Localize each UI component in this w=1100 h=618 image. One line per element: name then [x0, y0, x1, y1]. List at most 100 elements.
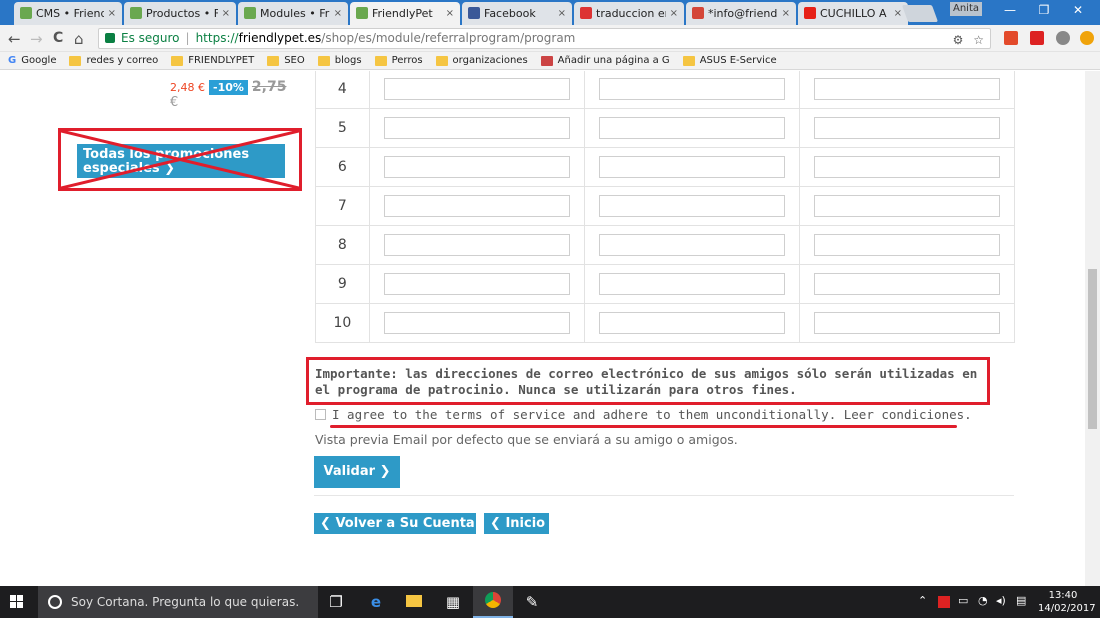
home-icon[interactable]: ⌂: [74, 30, 84, 48]
back-arrow-icon[interactable]: ←: [8, 30, 21, 48]
firstname-input[interactable]: [598, 234, 785, 256]
lastname-input[interactable]: [383, 195, 570, 217]
forward-arrow-icon[interactable]: →: [30, 30, 43, 48]
url-host: friendlypet.es: [238, 31, 322, 45]
extension-icon[interactable]: [1004, 31, 1018, 45]
bookmark-redes[interactable]: redes y correo: [69, 55, 158, 66]
firstname-input[interactable]: [598, 156, 785, 178]
bookmark-blogs[interactable]: blogs: [317, 55, 362, 66]
cortana-search[interactable]: Soy Cortana. Pregunta lo que quieras.: [38, 586, 318, 618]
battery-icon[interactable]: ▭: [958, 594, 968, 607]
alert-icon[interactable]: [1080, 31, 1094, 45]
firstname-input[interactable]: [598, 78, 785, 100]
file-explorer-icon[interactable]: [404, 592, 424, 612]
bookmark-organizaciones[interactable]: organizaciones: [435, 55, 528, 66]
table-cell: [368, 264, 585, 304]
lastname-input[interactable]: [383, 273, 570, 295]
tab-close-icon[interactable]: ×: [334, 8, 342, 19]
email-input[interactable]: [813, 195, 1000, 217]
terms-label[interactable]: I agree to the terms of service and adhe…: [332, 407, 972, 422]
price-new: 2,48 €: [170, 81, 205, 94]
firstname-input[interactable]: [598, 273, 785, 295]
bookmark-star-icon[interactable]: ☆: [973, 33, 984, 47]
bookmarks-bar: G Google redes y correo FRIENDLYPET SEO b…: [0, 52, 1100, 70]
table-cell: [798, 264, 1016, 304]
tab-close-icon[interactable]: ×: [446, 8, 454, 19]
tab-productos[interactable]: Productos • Fri ×: [124, 2, 236, 25]
table-row: 9: [315, 264, 1016, 304]
tab-facebook[interactable]: Facebook ×: [462, 2, 572, 25]
reload-icon[interactable]: C: [53, 30, 63, 46]
antivirus-icon[interactable]: [938, 596, 950, 608]
tab-close-icon[interactable]: ×: [222, 8, 230, 19]
notifications-icon[interactable]: ▤: [1016, 594, 1026, 607]
tab-gmail[interactable]: *info@friendly ×: [686, 2, 796, 25]
bookmark-anadir[interactable]: Añadir una página a G: [540, 55, 670, 66]
bookmark-asus[interactable]: ASUS E-Service: [682, 55, 777, 66]
new-tab-button[interactable]: [901, 5, 939, 22]
email-preview-link[interactable]: Vista previa Email por defecto que se en…: [315, 432, 738, 447]
system-clock[interactable]: 13:40 14/02/2017: [1038, 589, 1096, 615]
table-cell: [368, 225, 585, 265]
volume-icon[interactable]: ◂): [996, 594, 1006, 607]
lastname-input[interactable]: [383, 117, 570, 139]
bookmark-seo[interactable]: SEO: [267, 55, 305, 66]
email-input[interactable]: [813, 156, 1000, 178]
paint-icon[interactable]: ✎: [522, 592, 542, 612]
lastname-input[interactable]: [383, 234, 570, 256]
page-scrollbar[interactable]: [1085, 71, 1100, 586]
bookmark-google[interactable]: G Google: [8, 55, 56, 66]
profile-badge[interactable]: Anita: [950, 2, 982, 16]
tab-close-icon[interactable]: ×: [558, 8, 566, 19]
wifi-icon[interactable]: ◔: [978, 594, 988, 607]
lock-icon: [105, 33, 115, 43]
extension-icon[interactable]: [1056, 31, 1070, 45]
home-button[interactable]: ❮ Inicio: [484, 513, 549, 534]
back-to-account-button[interactable]: ❮ Volver a Su Cuenta: [314, 513, 476, 534]
row-number: 4: [315, 71, 370, 109]
lastname-input[interactable]: [383, 78, 570, 100]
scrollbar-thumb[interactable]: [1088, 269, 1097, 429]
table-cell: [583, 147, 800, 187]
tab-modules[interactable]: Modules • Frien ×: [238, 2, 348, 25]
firstname-input[interactable]: [598, 195, 785, 217]
email-input[interactable]: [813, 78, 1000, 100]
folder-icon: [69, 55, 82, 66]
tab-close-icon[interactable]: ×: [670, 8, 678, 19]
validar-button[interactable]: Validar ❯: [314, 456, 400, 488]
toolbar: ← → C ⌂ Es seguro | https://friendlypet.es…: [0, 25, 1100, 52]
store-icon[interactable]: ▦: [443, 592, 463, 612]
task-view-icon[interactable]: ❐: [326, 592, 346, 612]
folder-icon: [267, 55, 280, 66]
tab-traduccion[interactable]: traduccion en ×: [574, 2, 684, 25]
extension-icon[interactable]: [1030, 31, 1044, 45]
folder-icon: [317, 55, 330, 66]
email-input[interactable]: [813, 117, 1000, 139]
address-bar[interactable]: Es seguro | https://friendlypet.es/shop/es…: [98, 28, 991, 49]
bookmark-perros[interactable]: Perros: [374, 55, 423, 66]
firstname-input[interactable]: [598, 117, 785, 139]
email-input[interactable]: [813, 273, 1000, 295]
tab-youtube[interactable]: CUCHILLO A 1 ×: [798, 2, 908, 25]
bookmark-friendlypet[interactable]: FRIENDLYPET: [171, 55, 254, 66]
edge-icon[interactable]: e: [366, 592, 386, 612]
tray-chevron-up-icon[interactable]: ⌃: [918, 594, 927, 607]
tab-friendlypet[interactable]: FriendlyPet ×: [350, 2, 460, 25]
chrome-icon[interactable]: [483, 592, 503, 612]
terms-checkbox[interactable]: [315, 409, 326, 420]
important-notice: Importante: las direcciones de correo el…: [306, 357, 990, 405]
page-icon: [540, 55, 553, 66]
lastname-input[interactable]: [383, 312, 570, 334]
translate-icon[interactable]: ⚙: [953, 33, 964, 47]
firstname-input[interactable]: [598, 312, 785, 334]
lastname-input[interactable]: [383, 156, 570, 178]
tab-close-icon[interactable]: ×: [894, 8, 902, 19]
facebook-favicon-icon: [468, 7, 480, 19]
tab-cms[interactable]: CMS • Friendly ×: [14, 2, 122, 25]
windows-start-icon[interactable]: [10, 595, 24, 609]
tab-close-icon[interactable]: ×: [108, 8, 116, 19]
email-input[interactable]: [813, 312, 1000, 334]
tab-close-icon[interactable]: ×: [782, 8, 790, 19]
email-input[interactable]: [813, 234, 1000, 256]
close-window-icon[interactable]: ✕: [1058, 3, 1098, 17]
